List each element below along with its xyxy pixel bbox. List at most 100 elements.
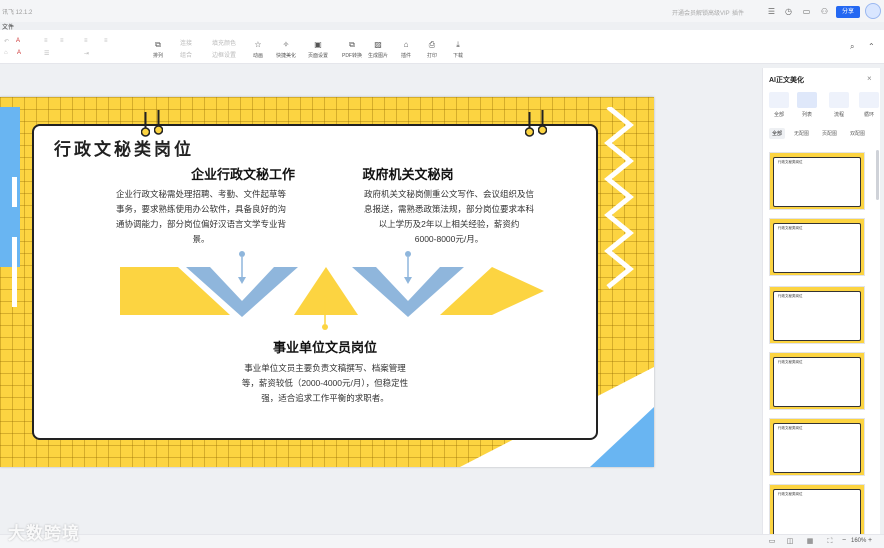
section-1-line: 通协调能力，部分岗位偏好汉语言文学专业背 (115, 219, 286, 229)
font-color-icon[interactable]: A (16, 38, 20, 44)
border-label[interactable]: 边框设置 (212, 50, 236, 59)
share-button[interactable]: 分享 (836, 6, 860, 18)
align-left-icon[interactable]: ≡ (44, 38, 48, 44)
print-label: 打印 (426, 53, 437, 59)
avatar[interactable] (865, 3, 881, 19)
print-button[interactable]: ⎙ 打印 (418, 40, 446, 59)
category-thumb (797, 92, 817, 108)
category-label: 循环 (863, 112, 874, 118)
subtab-double-image[interactable]: 双配图 (847, 128, 868, 139)
template-card[interactable]: 行政文秘类岗位 (769, 152, 865, 210)
pin-arrow-up-center (321, 295, 329, 330)
pdf-convert-button[interactable]: ⧉ PDF转换 (338, 40, 366, 59)
group-label[interactable]: 组合 (180, 50, 192, 59)
template-card[interactable]: 行政文秘类岗位 (769, 218, 865, 276)
present-icon[interactable]: ▭ (802, 7, 811, 16)
fill-color-label[interactable]: 填充颜色 (212, 38, 236, 47)
section-2-line: 以上学历及2年以上相关经验，薪资约 (378, 219, 520, 229)
vip-link[interactable]: 开通会员解锁高级VIP (672, 8, 730, 17)
category-flow[interactable]: 流程 (827, 92, 851, 118)
star-icon: ☆ (254, 40, 262, 49)
download-button[interactable]: ⤓ 下载 (444, 40, 472, 59)
indent-icon[interactable]: ⇥ (84, 50, 89, 57)
plugin-icon: ⌂ (403, 40, 409, 49)
category-list[interactable]: 列表 (795, 92, 819, 118)
zoom-out-button[interactable]: − (842, 537, 846, 544)
animation-label: 动画 (252, 53, 263, 59)
generate-image-button[interactable]: ▨ 生成图片 (364, 40, 392, 59)
category-thumb (859, 92, 879, 108)
subtab-page-image[interactable]: 页配图 (819, 128, 840, 139)
template-title: 行政文秘类岗位 (778, 492, 803, 496)
chevron-up-icon[interactable]: ⌃ (868, 42, 875, 51)
justify-icon[interactable]: ≡ (104, 38, 108, 44)
add-user-icon[interactable]: ⚇ (820, 7, 829, 16)
quick-beautify-label: 快捷美化 (275, 53, 296, 59)
undo-icon[interactable]: ↶ (4, 38, 9, 45)
list-icon[interactable]: ☰ (44, 50, 49, 57)
binder-ring (154, 110, 163, 135)
align-right-icon[interactable]: ≡ (84, 38, 88, 44)
quick-beautify-button[interactable]: ✧ 快捷美化 (272, 40, 300, 59)
category-cycle[interactable]: 循环 (857, 92, 881, 118)
pin-arrow-down-right (404, 251, 412, 284)
section-3-line: 等，薪资较低（2000-4000元/月），但稳定性 (241, 378, 409, 388)
binder-ring (141, 112, 150, 137)
template-inner: 行政文秘类岗位 (773, 357, 861, 407)
subtab-no-image[interactable]: 无配图 (791, 128, 812, 139)
fit-screen-icon[interactable]: ⛶ (826, 538, 834, 546)
category-label: 流程 (833, 112, 844, 118)
pin-arrow-down-left (238, 251, 246, 284)
template-card[interactable]: 行政文秘类岗位 (769, 352, 865, 410)
pdf-icon: ⧉ (349, 40, 355, 49)
category-thumb (829, 92, 849, 108)
section-3-line: 强，适合追求工作平衡的求职者。 (261, 393, 389, 403)
animation-button[interactable]: ☆ 动画 (244, 40, 272, 59)
format-painter-icon[interactable]: ⌂ (4, 50, 8, 56)
slide-title[interactable]: 行政文秘类岗位 (54, 135, 194, 160)
zoom-in-button[interactable]: + (868, 537, 872, 544)
section-1-line: 企业行政文秘需处理招聘、考勤、文件起草等 (115, 189, 286, 199)
section-1-body[interactable]: 企业行政文秘需处理招聘、考勤、文件起草等 事务，要求熟练使用办公软件，具备良好的… (96, 187, 306, 247)
image-icon: ▨ (374, 40, 382, 49)
page-setup-button[interactable]: ▣ 页面设置 (304, 40, 332, 59)
history-icon[interactable]: ◷ (784, 7, 793, 16)
comment-icon[interactable]: ◫ (786, 538, 794, 546)
zoom-level[interactable]: 160% (851, 538, 866, 544)
highlight-icon[interactable]: A (17, 50, 21, 56)
close-icon[interactable]: × (867, 74, 872, 83)
category-label: 列表 (801, 112, 812, 118)
menu-icon[interactable]: ☰ (767, 7, 776, 16)
search-icon[interactable]: ⌕ (850, 42, 854, 52)
binder-ring (525, 112, 534, 137)
section-3-title[interactable]: 事业单位文员岗位 (240, 337, 410, 356)
download-icon: ⤓ (456, 40, 460, 49)
category-all[interactable]: 全部 (767, 92, 791, 118)
template-title: 行政文秘类岗位 (778, 160, 803, 164)
magic-wand-icon: ✧ (282, 40, 290, 49)
decor-stripe (12, 177, 17, 207)
section-1-line: 景。 (192, 234, 210, 244)
section-3-body[interactable]: 事业单位文员主要负责文稿撰写、档案管理 等，薪资较低（2000-4000元/月）… (218, 361, 432, 406)
generate-image-label: 生成图片 (367, 53, 388, 59)
panel-scrollbar[interactable] (876, 150, 879, 200)
connect-label[interactable]: 连接 (180, 38, 192, 47)
notes-icon[interactable]: ▭ (768, 538, 776, 546)
align-center-icon[interactable]: ≡ (60, 38, 64, 44)
section-2-body[interactable]: 政府机关文秘岗侧重公文写作、会议组织及信 息报送，需熟悉政策法规，部分岗位要求本… (344, 187, 554, 247)
template-inner: 行政文秘类岗位 (773, 291, 861, 341)
section-2-title[interactable]: 政府机关文秘岗 (322, 164, 494, 183)
template-title: 行政文秘类岗位 (778, 294, 803, 298)
grid-view-icon[interactable]: ▦ (806, 538, 814, 546)
section-1-title[interactable]: 企业行政文秘工作 (150, 164, 336, 183)
app-window: 讯飞 12.1.2 开通会员解锁高级VIP 插件 ☰ ◷ ▭ ⚇ 分享 文件 ↶… (0, 0, 884, 548)
arrange-button[interactable]: ⧉ 排列 (144, 40, 172, 59)
extensions-menu[interactable]: 插件 (732, 8, 744, 17)
template-card[interactable]: 行政文秘类岗位 (769, 286, 865, 344)
plugin-button[interactable]: ⌂ 插件 (392, 40, 420, 59)
pdf-convert-label: PDF转换 (341, 53, 362, 59)
section-3-line: 事业单位文员主要负责文稿撰写、档案管理 (244, 363, 406, 373)
subtab-all[interactable]: 全部 (769, 128, 786, 139)
watermark: 大数跨境 (8, 524, 80, 543)
template-card[interactable]: 行政文秘类岗位 (769, 418, 865, 476)
